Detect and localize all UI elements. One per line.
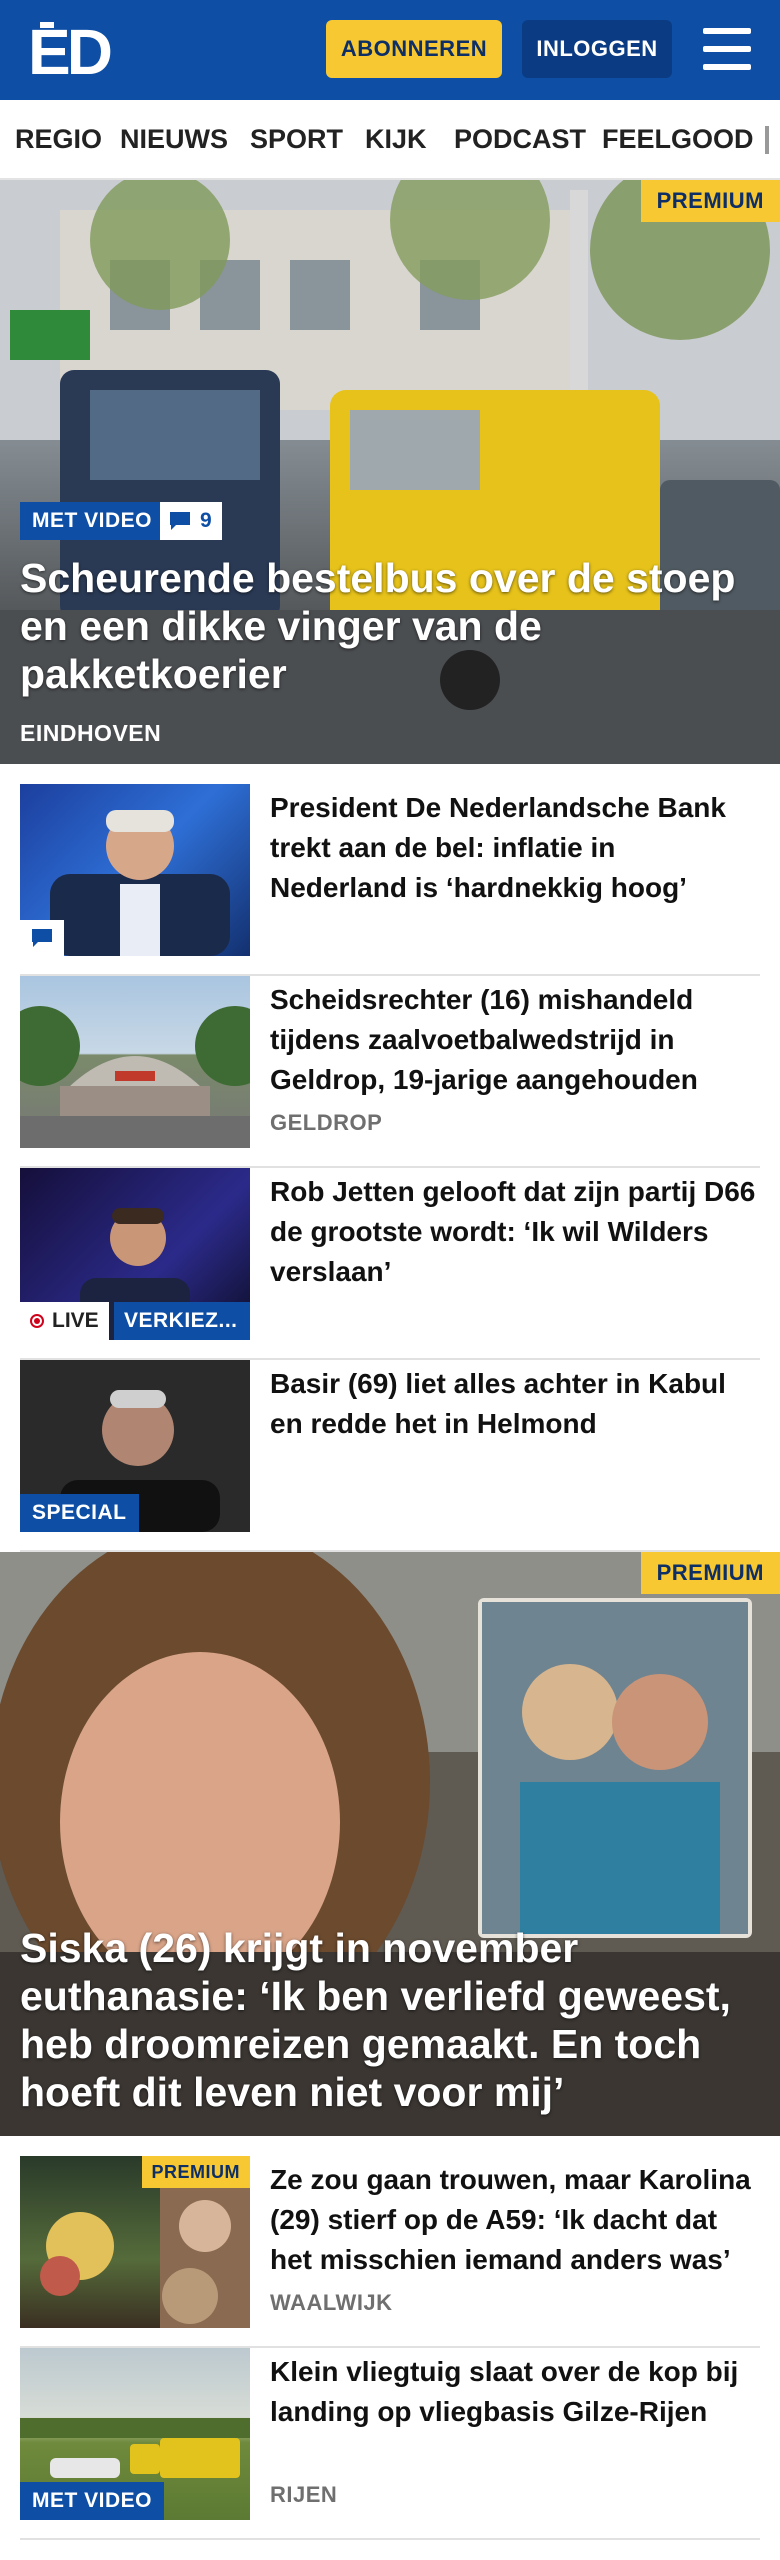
hero-article-2[interactable]: PREMIUM Siska (26) krijgt in november eu… <box>0 1552 780 2136</box>
comment-count-badge[interactable]: 9 <box>160 502 222 540</box>
hero-city: EINDHOVEN <box>20 720 162 746</box>
special-badge: SPECIAL <box>20 1494 139 1532</box>
article-title[interactable]: Rob Jetten gelooft dat zijn partij D66 d… <box>270 1172 760 1292</box>
nav-item-regio[interactable]: REGIO <box>15 100 102 178</box>
premium-badge: PREMIUM <box>640 180 780 222</box>
comment-icon <box>32 929 52 947</box>
nav-overflow-hint <box>765 126 769 154</box>
article-title[interactable]: President De Nederlandsche Bank trekt aa… <box>270 788 760 908</box>
section-badge: VERKIEZ... <box>114 1302 250 1340</box>
thumbnail-image <box>20 1006 250 1148</box>
nav-item-sport[interactable]: SPORT <box>250 100 343 178</box>
hamburger-menu-icon[interactable] <box>700 26 754 72</box>
article-thumbnail: MET VIDEO <box>20 2348 250 2520</box>
video-tag: MET VIDEO <box>20 502 165 540</box>
svg-text:ED: ED <box>28 20 111 80</box>
article-city: GELDROP <box>270 1110 383 1135</box>
live-dot-icon <box>30 1314 44 1328</box>
login-button[interactable]: INLOGGEN <box>522 20 672 78</box>
main-nav: REGIO NIEUWS SPORT KIJK PODCAST FEELGOOD <box>0 100 780 180</box>
nav-item-nieuws[interactable]: NIEUWS <box>120 100 228 178</box>
article-thumbnail: SPECIAL <box>20 1360 250 1532</box>
article-thumbnail: LIVE VERKIEZ... <box>20 1168 250 1340</box>
hero-title[interactable]: Scheurende bestelbus over de stoep en ee… <box>20 554 760 698</box>
nav-item-podcast[interactable]: PODCAST <box>454 100 586 178</box>
subscribe-button[interactable]: ABONNEREN <box>326 20 502 78</box>
list-item[interactable]: PREMIUM Ze zou gaan trouwen, maar Karoli… <box>20 2156 760 2348</box>
article-thumbnail <box>20 976 250 1148</box>
article-city: RIJEN <box>270 2482 338 2507</box>
list-item[interactable]: MET VIDEO Klein vliegtuig slaat over de … <box>20 2348 760 2540</box>
article-city: WAALWIJK <box>270 2290 393 2315</box>
ed-logo-icon: ED <box>28 20 115 80</box>
comment-count: 9 <box>200 509 212 532</box>
hero-title[interactable]: Siska (26) krijgt in november euthanasie… <box>20 1924 760 2116</box>
article-thumbnail: PREMIUM <box>20 2156 250 2328</box>
list-item[interactable]: President De Nederlandsche Bank trekt aa… <box>20 784 760 976</box>
live-badge: LIVE <box>20 1302 109 1340</box>
article-title[interactable]: Klein vliegtuig slaat over de kop bij la… <box>270 2352 760 2432</box>
article-title[interactable]: Basir (69) liet alles achter in Kabul en… <box>270 1364 760 1444</box>
article-thumbnail <box>20 784 250 956</box>
hero-article-1[interactable]: PREMIUM MET VIDEO 9 Scheurende bestelbus… <box>0 180 780 764</box>
article-title[interactable]: Ze zou gaan trouwen, maar Karolina (29) … <box>270 2160 760 2280</box>
premium-badge: PREMIUM <box>640 1552 780 1594</box>
article-title[interactable]: Scheidsrechter (16) mishandeld tijdens z… <box>270 980 760 1100</box>
nav-item-feelgood[interactable]: FEELGOOD <box>602 100 754 178</box>
live-label: LIVE <box>52 1309 99 1332</box>
video-tag: MET VIDEO <box>20 2482 165 2520</box>
comment-icon <box>170 512 190 530</box>
nav-item-kijk[interactable]: KIJK <box>365 100 427 178</box>
list-item[interactable]: Scheidsrechter (16) mishandeld tijdens z… <box>20 976 760 1168</box>
list-item[interactable]: LIVE VERKIEZ... Rob Jetten gelooft dat z… <box>20 1168 760 1360</box>
comment-chip <box>20 920 64 956</box>
premium-badge: PREMIUM <box>141 2156 250 2188</box>
ed-logo[interactable]: ED <box>28 20 116 80</box>
list-item[interactable]: SPECIAL Basir (69) liet alles achter in … <box>20 1360 760 1552</box>
site-header: ED ABONNEREN INLOGGEN <box>0 0 780 100</box>
